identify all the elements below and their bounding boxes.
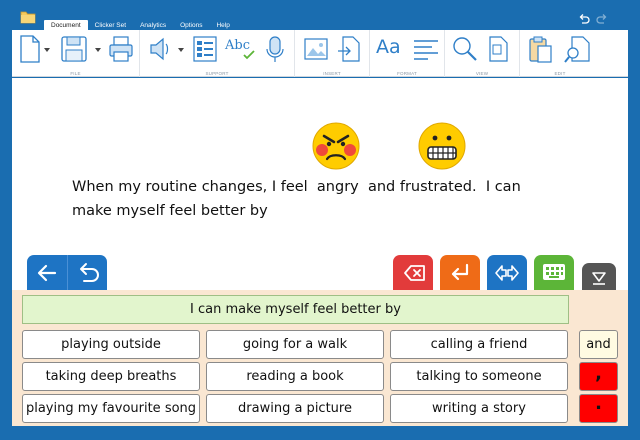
arrow-left-icon [37, 264, 57, 282]
grid-cell[interactable]: writing a story [390, 394, 568, 423]
chevron-down-icon[interactable] [95, 48, 101, 52]
swap-arrows-icon [495, 265, 519, 281]
grid-cell[interactable]: going for a walk [206, 330, 384, 359]
paste-icon[interactable] [528, 35, 554, 65]
ribbon-group-label: SUPPORT [205, 71, 229, 76]
angry-face-icon [312, 122, 360, 170]
insert-picture-icon[interactable] [303, 35, 329, 63]
chevron-down-icon[interactable] [178, 48, 184, 52]
ribbon-group-label: VIEW [475, 71, 489, 76]
ribbon-group-file: FILE [12, 30, 140, 77]
grid-cell[interactable]: playing my favourite song [22, 394, 200, 423]
ribbon-toolbar: FILE Abc SUPPORT INSERT Aa FORMAT VIEW E… [12, 30, 628, 77]
insert-file-icon[interactable] [337, 35, 363, 63]
print-icon[interactable] [108, 35, 134, 63]
enter-button[interactable] [440, 255, 480, 291]
ribbon-group-label: EDIT [554, 71, 566, 76]
ribbon-group-view: VIEW [445, 30, 520, 77]
speaker-icon[interactable] [148, 35, 172, 63]
grid-cell[interactable]: drawing a picture [206, 394, 384, 423]
microphone-icon[interactable] [264, 35, 286, 65]
word-list-icon[interactable] [192, 35, 218, 63]
align-text-icon[interactable] [413, 39, 439, 61]
enter-icon [451, 263, 469, 281]
grid-cell[interactable]: talking to someone [390, 362, 568, 391]
delete-button[interactable] [393, 255, 433, 291]
ribbon-group-support: Abc SUPPORT [140, 30, 295, 77]
new-document-icon[interactable] [19, 35, 41, 63]
comma-cell[interactable]: , [579, 362, 618, 391]
document-area[interactable]: When my routine changes, I feel angry an… [12, 78, 628, 291]
backspace-icon [404, 265, 425, 281]
grid-cell[interactable]: playing outside [22, 330, 200, 359]
zoom-icon[interactable] [451, 35, 479, 63]
ribbon-group-label: INSERT [323, 71, 341, 76]
grid-cell[interactable]: taking deep breaths [22, 362, 200, 391]
keyboard-icon [543, 264, 565, 280]
font-format-icon[interactable]: Aa [376, 36, 401, 58]
triangle-down-icon [592, 272, 606, 285]
undo-button[interactable] [67, 255, 107, 291]
redo-icon[interactable] [596, 13, 608, 25]
ribbon-group-edit: EDIT [520, 30, 600, 77]
and-cell[interactable]: and [579, 330, 618, 359]
sentence-bar[interactable]: I can make myself feel better by [22, 295, 569, 324]
check-icon [243, 50, 255, 60]
grid-cell[interactable]: calling a friend [390, 330, 568, 359]
grimacing-face-icon [418, 122, 466, 170]
switch-grid-button[interactable] [487, 255, 527, 291]
ribbon-group-label: FILE [70, 71, 81, 76]
grid-cell[interactable]: reading a book [206, 362, 384, 391]
document-line: make myself feel better by [72, 203, 268, 219]
keyboard-button[interactable] [534, 255, 574, 291]
undo-icon [80, 263, 99, 282]
undo-icon[interactable] [578, 13, 590, 25]
clicker-grid: I can make myself feel better by playing… [12, 290, 628, 426]
ribbon-group-label: FORMAT [397, 71, 417, 76]
save-icon[interactable] [60, 35, 90, 63]
document-line: When my routine changes, I feel angry an… [72, 179, 521, 195]
chevron-down-icon[interactable] [44, 48, 50, 52]
period-cell[interactable]: . [579, 394, 618, 423]
page-view-icon[interactable] [487, 35, 511, 63]
find-replace-icon[interactable] [564, 35, 592, 65]
ribbon-group-format: Aa FORMAT [370, 30, 445, 77]
document-text[interactable]: When my routine changes, I feel angry an… [72, 175, 552, 223]
collapse-grid-button[interactable] [582, 263, 616, 291]
back-button[interactable] [27, 255, 67, 291]
folder-icon[interactable] [20, 10, 36, 24]
ribbon-group-insert: INSERT [295, 30, 370, 77]
